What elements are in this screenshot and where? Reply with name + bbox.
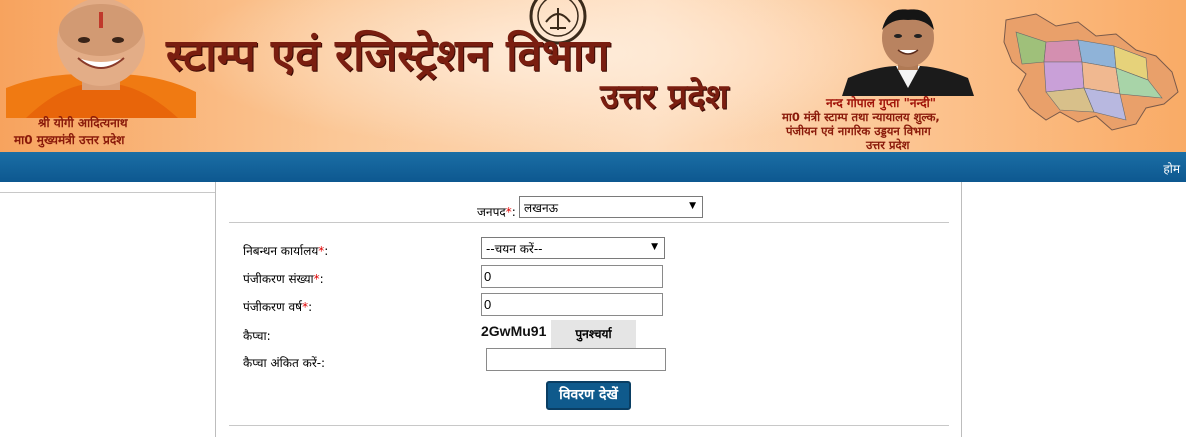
label-colon: : [319, 272, 324, 286]
label-colon: : [308, 300, 313, 314]
chief-minister-name: श्री योगी आदित्यनाथ [38, 116, 128, 130]
captcha-label: कैप्चा: [243, 329, 271, 343]
chief-minister-title: मा0 मुख्यमंत्री उत्तर प्रदेश [14, 133, 125, 147]
uttar-pradesh-map [1003, 13, 1179, 131]
top-navbar: होम [0, 152, 1186, 182]
reg-number-input[interactable]: 0 [481, 265, 663, 288]
office-select-value: --चयन करें-- [486, 242, 543, 256]
district-label: जनपद*: [477, 203, 516, 220]
reg-year-label-text: पंजीकरण वर्ष [243, 300, 303, 314]
nav-home-link[interactable]: होम [1163, 160, 1180, 177]
district-select-value: लखनऊ [524, 201, 559, 215]
captcha-input[interactable] [486, 348, 666, 371]
district-label-text: जनपद [477, 205, 506, 219]
minister-designation-line2: पंजीयन एवं नागरिक उड्डयन विभाग [786, 124, 931, 138]
header-banner: श्री योगी आदित्यनाथ मा0 मुख्यमंत्री उत्त… [0, 0, 1186, 152]
dropdown-arrow-icon: ▼ [651, 242, 658, 252]
left-pane [0, 182, 215, 193]
divider [229, 222, 949, 223]
office-label-text: निबन्धन कार्यालय [243, 244, 319, 258]
dropdown-arrow-icon: ▼ [689, 201, 696, 211]
captcha-refresh-button[interactable]: पुनश्चर्या [551, 320, 636, 348]
label-colon: : [511, 205, 516, 219]
reg-number-label-text: पंजीकरण संख्या [243, 272, 314, 286]
view-details-button[interactable]: विवरण देखें [546, 381, 631, 410]
label-colon: : [324, 244, 329, 258]
captcha-input-label: कैप्चा अंकित करें-: [243, 356, 326, 370]
minister-designation-line3: उत्तर प्रदेश [866, 138, 910, 152]
divider [229, 425, 949, 426]
office-label: निबन्धन कार्यालय*: [243, 242, 328, 259]
page-subtitle: उत्तर प्रदेश [600, 77, 729, 117]
minister-name: नन्द गोपाल गुप्ता "नन्दी" [826, 96, 936, 110]
reg-number-label: पंजीकरण संख्या*: [243, 270, 324, 287]
office-select[interactable]: --चयन करें-- ▼ [481, 237, 665, 259]
reg-year-label: पंजीकरण वर्ष*: [243, 298, 312, 315]
minister-photo [842, 9, 974, 96]
minister-designation-line1: मा0 मंत्री स्टाम्प तथा न्यायालय शुल्क, [782, 110, 940, 124]
reg-year-input[interactable]: 0 [481, 293, 663, 316]
captcha-image-text: 2GwMu91 [481, 323, 547, 339]
district-select[interactable]: लखनऊ ▼ [519, 196, 703, 218]
